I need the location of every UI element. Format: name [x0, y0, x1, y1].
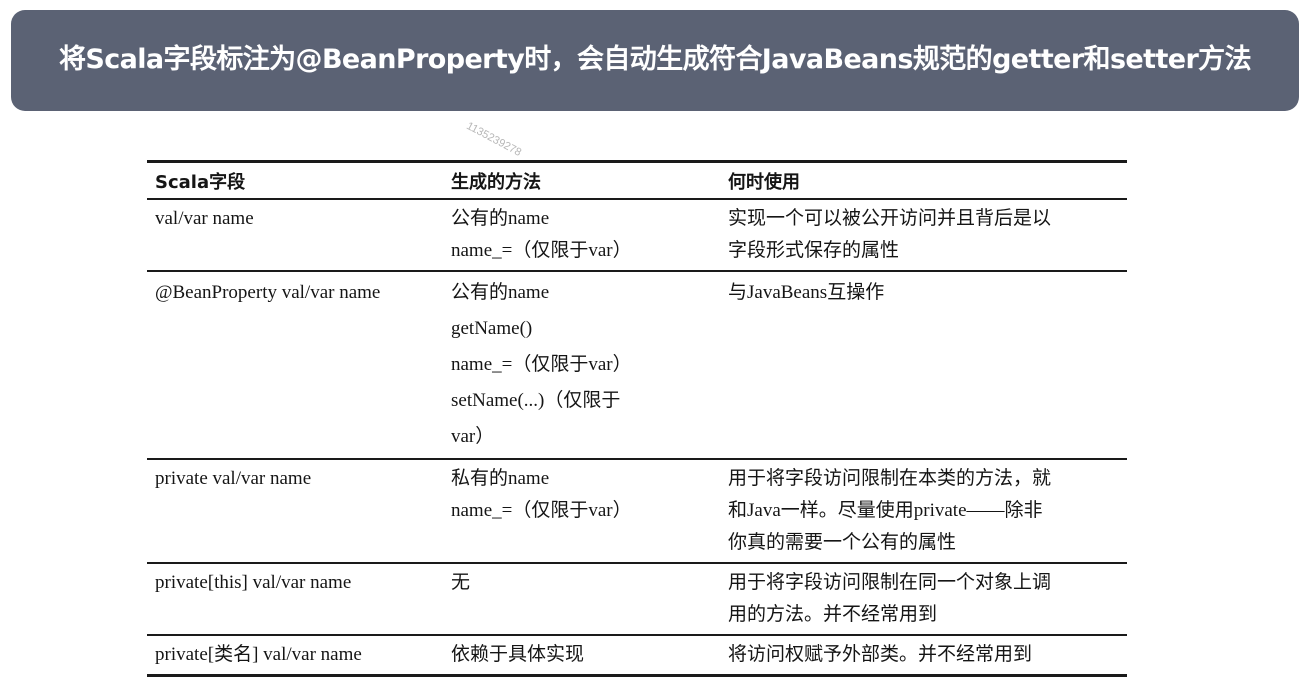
usage-line: 你真的需要一个公有的属性 — [728, 532, 957, 553]
field-methods-table: Scala字段 生成的方法 何时使用 val/var name 公有的name … — [147, 160, 1127, 677]
field-cell: private[类名] val/var name — [147, 635, 443, 676]
method-line: name_=（仅限于var） — [451, 500, 632, 521]
method-line: name_=（仅限于var） — [451, 354, 632, 375]
field-text: private[类名] val/var name — [155, 644, 362, 665]
header-generated-methods: 生成的方法 — [451, 171, 541, 193]
table-row: val/var name 公有的name name_=（仅限于var） 实现一个… — [147, 199, 1127, 271]
field-text: @BeanProperty val/var name — [155, 282, 381, 303]
table-row: private[类名] val/var name 依赖于具体实现 将访问权赋予外… — [147, 635, 1127, 676]
methods-cell: 公有的name name_=（仅限于var） — [443, 199, 720, 271]
field-text: private[this] val/var name — [155, 572, 352, 593]
method-line: 依赖于具体实现 — [451, 644, 585, 665]
field-text: private val/var name — [155, 468, 312, 489]
usage-cell: 用于将字段访问限制在本类的方法，就 和Java一样。尽量使用private——除… — [720, 459, 1127, 563]
title-banner: 将Scala字段标注为@BeanProperty时，会自动生成符合JavaBea… — [11, 10, 1299, 111]
table-header-row: Scala字段 生成的方法 何时使用 — [147, 161, 1127, 199]
methods-cell: 公有的name getName() name_=（仅限于var） setName… — [443, 271, 720, 459]
table-row: private val/var name 私有的name name_=（仅限于v… — [147, 459, 1127, 563]
field-text: val/var name — [155, 208, 254, 229]
banner-title: 将Scala字段标注为@BeanProperty时，会自动生成符合JavaBea… — [59, 44, 1252, 76]
watermark: 1135239278 — [464, 120, 524, 159]
usage-cell: 实现一个可以被公开访问并且背后是以 字段形式保存的属性 — [720, 199, 1127, 271]
usage-line: 用于将字段访问限制在同一个对象上调 — [728, 572, 1052, 593]
usage-line: 将访问权赋予外部类。并不经常用到 — [728, 644, 1033, 665]
usage-cell: 将访问权赋予外部类。并不经常用到 — [720, 635, 1127, 676]
method-line: setName(...)（仅限于 — [451, 390, 621, 411]
usage-line: 实现一个可以被公开访问并且背后是以 — [728, 208, 1052, 229]
methods-cell: 依赖于具体实现 — [443, 635, 720, 676]
table-row: private[this] val/var name 无 用于将字段访问限制在同… — [147, 563, 1127, 635]
table-row: @BeanProperty val/var name 公有的name getNa… — [147, 271, 1127, 459]
header-scala-field: Scala字段 — [155, 171, 246, 193]
method-line: 无 — [451, 572, 471, 593]
usage-line: 字段形式保存的属性 — [728, 240, 900, 261]
method-line: name_=（仅限于var） — [451, 240, 632, 261]
field-cell: @BeanProperty val/var name — [147, 271, 443, 459]
method-line: 公有的name — [451, 282, 550, 303]
method-line: var） — [451, 426, 495, 447]
field-cell: val/var name — [147, 199, 443, 271]
methods-cell: 私有的name name_=（仅限于var） — [443, 459, 720, 563]
usage-line: 用于将字段访问限制在本类的方法，就 — [728, 468, 1052, 489]
methods-cell: 无 — [443, 563, 720, 635]
field-cell: private[this] val/var name — [147, 563, 443, 635]
usage-line: 和Java一样。尽量使用private——除非 — [728, 500, 1043, 521]
usage-line: 用的方法。并不经常用到 — [728, 604, 938, 625]
method-line: 公有的name — [451, 208, 550, 229]
usage-cell: 用于将字段访问限制在同一个对象上调 用的方法。并不经常用到 — [720, 563, 1127, 635]
header-when-to-use: 何时使用 — [728, 171, 800, 193]
usage-line: 与JavaBeans互操作 — [728, 282, 885, 303]
usage-cell: 与JavaBeans互操作 — [720, 271, 1127, 459]
field-cell: private val/var name — [147, 459, 443, 563]
method-line: 私有的name — [451, 468, 550, 489]
method-line: getName() — [451, 318, 533, 339]
